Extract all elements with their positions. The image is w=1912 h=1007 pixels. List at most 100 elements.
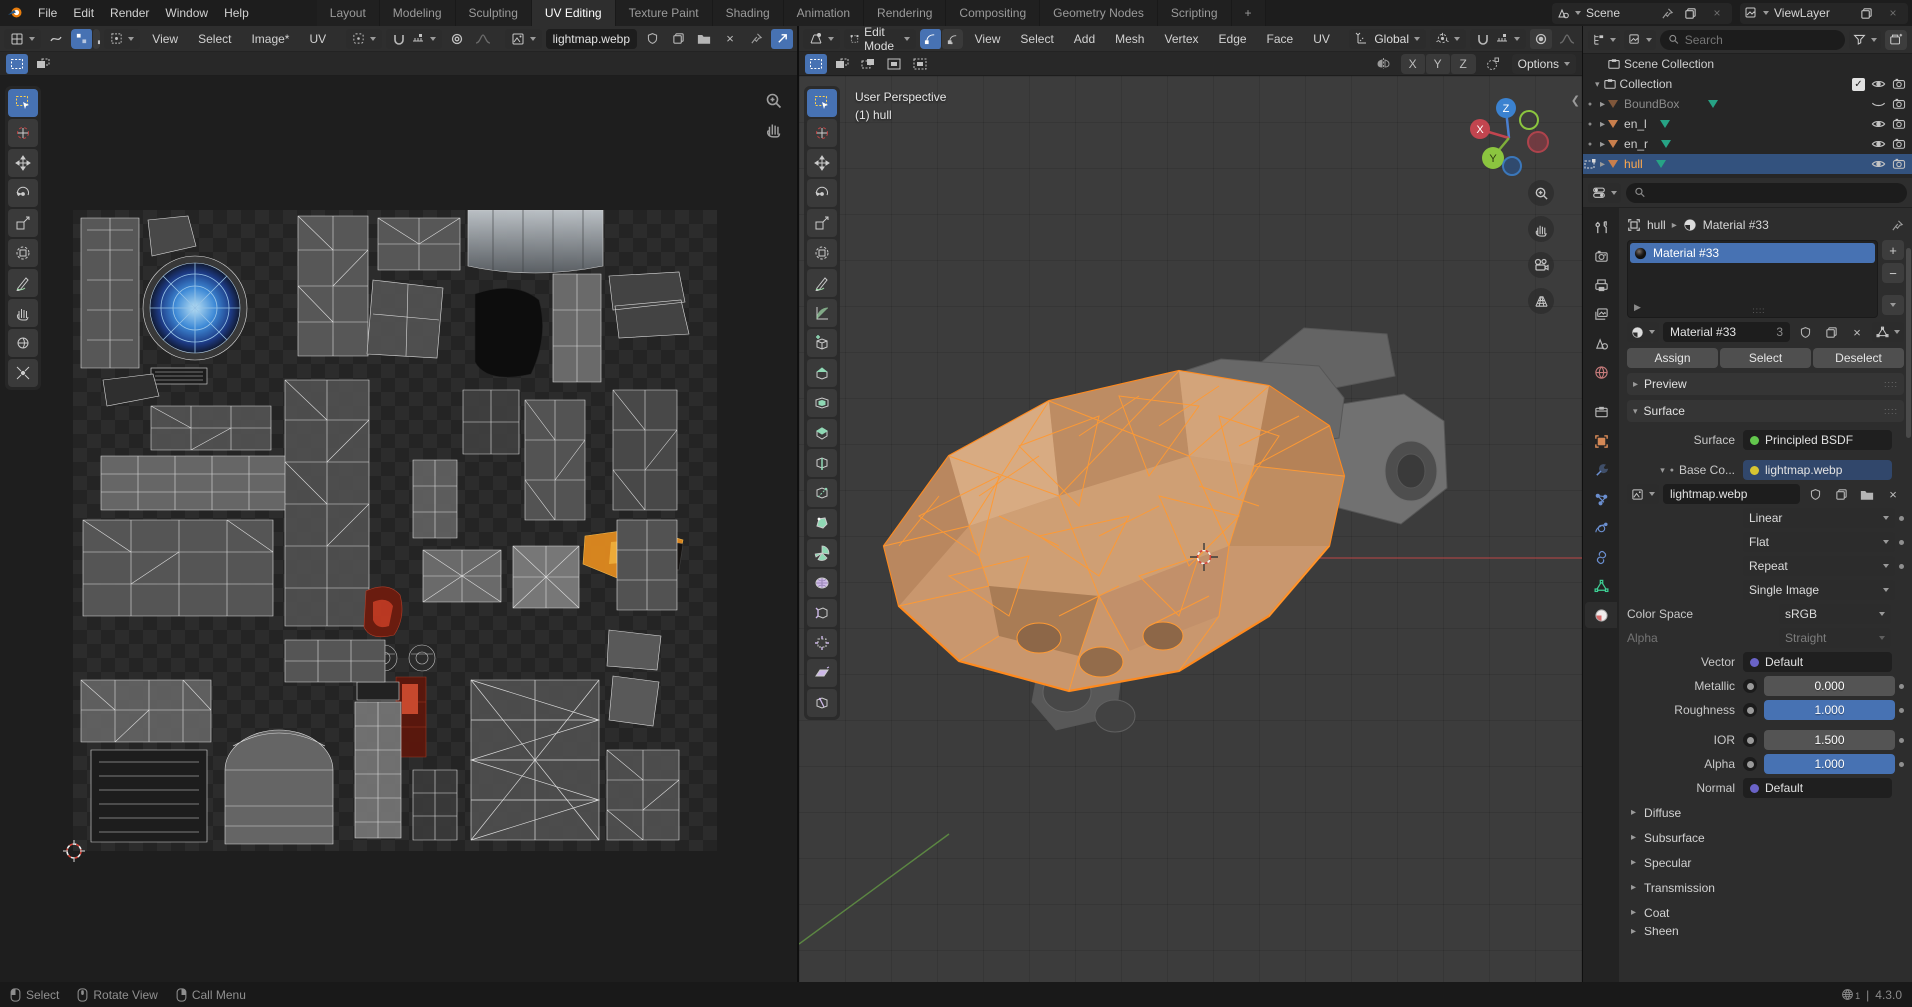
hide-eye-icon[interactable] [1871,138,1886,150]
add-slot-button[interactable]: + [1882,240,1904,260]
tab-material[interactable] [1585,602,1617,628]
decorator-dot[interactable] [1899,564,1904,569]
tab-shading[interactable]: Shading [713,0,784,26]
alpha-slider[interactable]: 1.000 [1764,754,1895,774]
slot-list-resize-icon[interactable]: ▶ [1634,302,1641,313]
tool-move[interactable] [807,149,837,177]
boxselect-invert-icon[interactable] [883,54,905,74]
menu-help[interactable]: Help [216,0,257,26]
projection-dropdown[interactable]: Flat [1743,532,1895,552]
properties-search[interactable] [1626,183,1907,203]
uv-tool-pinch[interactable] [8,359,38,387]
disable-render-icon[interactable] [1892,78,1906,90]
proportional-size-icon[interactable] [1482,54,1504,74]
assign-button[interactable]: Assign [1627,348,1718,368]
boxselect-intersect-icon[interactable] [909,54,931,74]
disable-render-icon[interactable] [1892,158,1906,170]
vp-menu-view[interactable]: View [967,26,1009,51]
panel-subsurface[interactable]: ▸Subsurface [1627,827,1904,848]
mirror-y-toggle[interactable]: Y [1426,54,1451,74]
decorator-dot[interactable] [1899,762,1904,767]
tab-physics[interactable] [1585,515,1617,541]
image-open-icon[interactable] [1856,484,1878,504]
tab-scripting[interactable]: Scripting [1158,0,1232,26]
uv-pivot-button[interactable] [346,29,382,49]
panel-transmission[interactable]: ▸Transmission [1627,877,1904,898]
tool-inset[interactable] [807,389,837,417]
options-dropdown[interactable]: Options [1512,54,1576,74]
vp-proportional-edit-icon[interactable] [1530,29,1552,49]
outliner-filter-mode-button[interactable] [1624,30,1656,50]
ior-slider[interactable]: 1.500 [1764,730,1895,750]
viewport-canvas[interactable]: User Perspective (1) hull [799,76,1582,982]
source-dropdown[interactable]: Single Image [1743,580,1895,600]
uv-pin-icon[interactable] [745,29,767,49]
tab-render[interactable] [1585,243,1617,269]
uv-menu-select[interactable]: Select [190,26,239,51]
tab-output[interactable] [1585,272,1617,298]
panel-sheen[interactable]: ▸Sheen [1627,927,1904,935]
uv-image-open-icon[interactable] [693,29,715,49]
properties-scrollbar[interactable] [1906,248,1911,438]
expand-icon[interactable]: ▸ [1600,159,1605,170]
base-color-expand-icon[interactable]: ▾ [1660,465,1665,476]
uv-sync-select-icon[interactable] [45,29,67,49]
fake-user-icon[interactable] [1794,322,1816,342]
sidebar-collapse-icon[interactable]: ❮ [1571,94,1580,107]
extensions-status[interactable]: 1 [1841,988,1860,1001]
tool-select-box[interactable] [807,89,837,117]
panel-specular[interactable]: ▸Specular [1627,852,1904,873]
breadcrumb-material[interactable]: Material #33 [1703,218,1769,232]
menu-render[interactable]: Render [102,0,157,26]
pin-icon[interactable] [1891,219,1904,232]
tab-constraints[interactable] [1585,544,1617,570]
tab-modeling[interactable]: Modeling [380,0,456,26]
outliner-row-scene-collection[interactable]: Scene Collection [1583,54,1912,74]
boxselect-extend-icon[interactable] [831,54,853,74]
uv-canvas[interactable] [0,76,797,982]
uv-image-new-icon[interactable] [667,29,689,49]
snap-dropdown[interactable] [1470,29,1526,49]
material-name-field[interactable]: Material #33 3 [1663,322,1790,342]
boxselect-subtract-icon[interactable] [857,54,879,74]
menu-edit[interactable]: Edit [65,0,102,26]
base-color-value-button[interactable]: lightmap.webp [1743,460,1892,480]
outliner-search[interactable] [1660,30,1845,50]
expand-icon[interactable]: ▸ [1600,119,1605,130]
roughness-slider[interactable]: 1.000 [1764,700,1895,720]
uv-tool-grab[interactable] [8,299,38,327]
menu-file[interactable]: File [30,0,65,26]
uv-2d-cursor[interactable] [62,839,86,863]
outliner-display-mode-button[interactable] [1588,30,1620,50]
vp-menu-face[interactable]: Face [1259,26,1302,51]
uv-editor-type-button[interactable] [4,29,41,49]
uv-tool-relax[interactable] [8,329,38,357]
uv-tool-scale[interactable] [8,209,38,237]
collection-expand-icon[interactable]: ▾ [1595,79,1600,90]
mirror-z-toggle[interactable]: Z [1451,54,1476,74]
uv-image-browse-button[interactable] [505,29,542,49]
uv-menu-uv[interactable]: UV [301,26,334,51]
boxselect-new-icon[interactable] [805,54,827,74]
vp-menu-edge[interactable]: Edge [1211,26,1255,51]
uv-boxselect-new-icon[interactable] [6,54,28,74]
uv-pan-icon[interactable] [765,120,783,138]
orientation-dropdown[interactable]: Global [1349,29,1426,49]
blender-logo-icon[interactable] [4,3,26,23]
uv-tool-transform[interactable] [8,239,38,267]
select-mode-edge-icon[interactable] [942,29,963,49]
uv-image-unlink-icon[interactable]: × [719,29,741,49]
tab-layout[interactable]: Layout [317,0,380,26]
new-scene-icon[interactable] [1679,3,1701,23]
uv-menu-image[interactable]: Image* [243,26,297,51]
image-new-icon[interactable] [1830,484,1852,504]
navigation-gizmo[interactable]: Z X Y [1464,90,1554,180]
expand-icon[interactable]: ▸ [1600,139,1605,150]
vp-menu-select[interactable]: Select [1012,26,1061,51]
tool-shear[interactable] [807,659,837,687]
tab-scene[interactable] [1585,330,1617,356]
uv-menu-view[interactable]: View [144,26,186,51]
toggle-perspective-button[interactable] [1528,288,1554,314]
material-specials-button[interactable] [1872,322,1904,342]
panel-coat[interactable]: ▸Coat [1627,902,1904,923]
